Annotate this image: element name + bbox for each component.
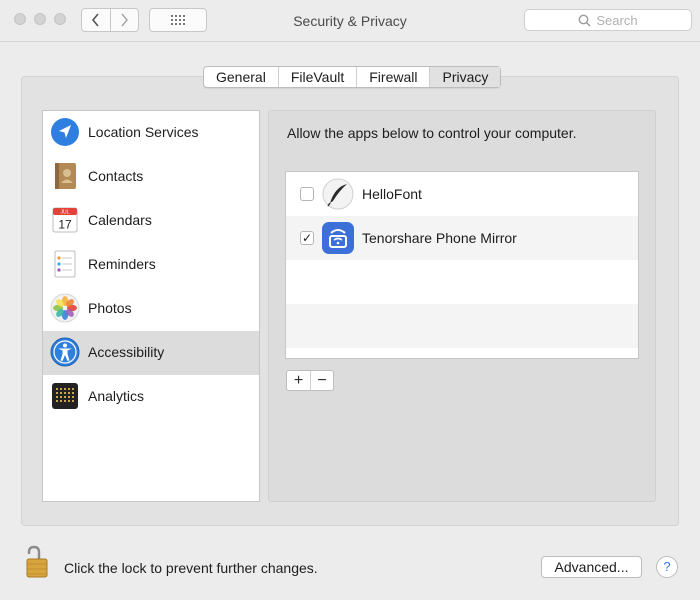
photos-flower-icon	[50, 293, 80, 323]
zoom-window-button[interactable]	[54, 13, 66, 25]
sidebar-item-label: Accessibility	[88, 344, 165, 360]
app-label: HelloFont	[362, 186, 422, 202]
tab-privacy[interactable]: Privacy	[429, 67, 501, 87]
chevron-left-icon	[91, 13, 99, 27]
phone-mirror-icon	[322, 222, 354, 254]
add-remove-controls: + −	[286, 370, 334, 391]
advanced-button[interactable]: Advanced...	[541, 556, 642, 578]
calendar-icon-day: 17	[58, 218, 72, 232]
back-button[interactable]	[82, 9, 110, 31]
sidebar-item-reminders[interactable]: Reminders	[43, 243, 259, 287]
tab-filevault[interactable]: FileVault	[277, 67, 356, 87]
close-window-button[interactable]	[14, 13, 26, 25]
sidebar-item-analytics[interactable]: Analytics	[43, 375, 259, 419]
lock-status-text: Click the lock to prevent further change…	[64, 560, 318, 576]
tab-firewall[interactable]: Firewall	[356, 67, 429, 87]
hellofont-quill-icon	[322, 178, 354, 210]
sidebar-item-calendars[interactable]: JUL 17 Calendars	[43, 199, 259, 243]
sidebar-item-label: Contacts	[88, 168, 144, 184]
sidebar-item-label: Reminders	[88, 256, 156, 272]
calendar-icon-month: JUL	[61, 210, 70, 216]
title-bar: Security & Privacy Search	[0, 0, 700, 42]
add-app-button[interactable]: +	[287, 371, 310, 390]
analytics-grid-icon	[52, 383, 78, 409]
forward-button[interactable]	[109, 9, 138, 31]
calendar-icon: JUL 17	[52, 207, 78, 233]
hellofont-checkbox[interactable]	[300, 187, 314, 201]
sidebar-item-label: Analytics	[88, 388, 145, 404]
list-item-tenorshare-phone-mirror[interactable]: ✓ Tenorshare Phone Mirror	[286, 216, 638, 260]
sidebar-item-contacts[interactable]: Contacts	[43, 155, 259, 199]
sidebar-item-label: Calendars	[88, 212, 152, 228]
minimize-window-button[interactable]	[34, 13, 46, 25]
help-button[interactable]: ?	[656, 556, 678, 578]
list-empty-row	[286, 304, 638, 348]
location-arrow-icon	[51, 118, 79, 146]
search-placeholder: Search	[596, 12, 638, 28]
list-item-hellofont[interactable]: HelloFont	[286, 172, 638, 216]
list-empty-row	[286, 260, 638, 304]
tenorshare-phone-mirror-checkbox[interactable]: ✓	[300, 231, 314, 245]
accessibility-figure-icon	[50, 337, 80, 367]
accessibility-description: Allow the apps below to control your com…	[287, 125, 577, 141]
search-icon	[578, 14, 591, 27]
show-all-button[interactable]	[149, 8, 207, 32]
reminders-list-icon	[54, 250, 76, 278]
remove-app-button[interactable]: −	[310, 371, 333, 390]
app-label: Tenorshare Phone Mirror	[362, 230, 517, 246]
sidebar-item-location-services[interactable]: Location Services	[43, 111, 259, 155]
tab-bar: General FileVault Firewall Privacy	[203, 66, 502, 88]
sidebar-item-photos[interactable]: Photos	[43, 287, 259, 331]
sidebar-item-label: Photos	[88, 300, 132, 316]
sidebar-item-label: Location Services	[88, 124, 199, 140]
search-field[interactable]: Search	[524, 9, 692, 31]
grid-dots-icon	[171, 15, 185, 25]
chevron-right-icon	[121, 13, 129, 27]
allowed-apps-list: HelloFont ✓ Tenorshare Phone Mirror	[285, 171, 639, 359]
sidebar-item-accessibility[interactable]: Accessibility	[43, 331, 259, 375]
tab-general[interactable]: General	[204, 67, 278, 87]
contacts-book-icon	[55, 163, 76, 189]
lock-open-icon[interactable]	[24, 545, 50, 579]
navigation-buttons	[81, 8, 139, 32]
privacy-category-list: Location Services Contacts JUL 17 Calend…	[42, 110, 260, 502]
